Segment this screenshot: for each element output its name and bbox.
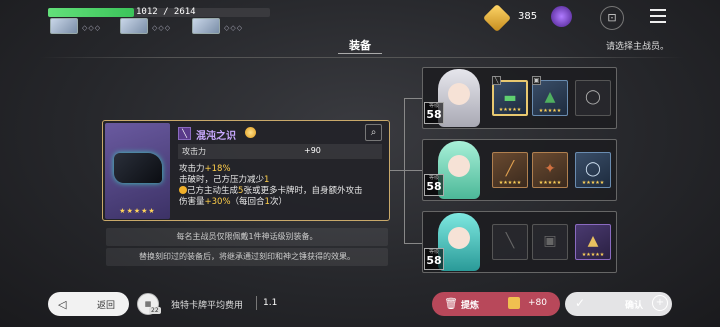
connector-main [390,170,404,171]
deck-badge: 22 [149,307,161,314]
item-name: 混沌之识 [196,131,236,142]
slot-ring-2[interactable]: ◯ ★★★★★ [575,152,611,188]
refine-label: 提炼 [461,301,480,311]
header-divider [40,57,684,58]
team-portrait-3 [192,18,220,34]
effect-line-4: 伤害量+30%（每回合1次） [179,197,287,207]
level-box-1: 等级 58 [424,102,444,124]
back-arrow-icon: ◁ [58,298,67,311]
connector-row-2 [404,170,422,171]
weapon-tag-icon: ╲ [492,76,501,85]
note-mythic-limit: 每名主战员仅限佩戴1件神话级别装备。 [106,228,388,246]
confirm-label: 确认 [625,301,644,311]
lock-icon[interactable]: ⊡ [600,6,624,30]
hint-text: 请选择主战员。 [606,42,670,52]
stat-row [178,144,382,159]
team-pips-1: ◇◇◇ [82,24,102,32]
effect-line-2: 击破时，己方压力减少1 [179,175,270,185]
sun-icon [245,127,256,138]
slot-weapon-3[interactable]: ╲ [492,224,528,260]
search-icon[interactable]: ⌕ [365,124,382,141]
slot-weapon-2[interactable]: ╱ ★★★★★ [492,152,528,188]
deck-cost-value: 1.1 [263,298,278,308]
armor-tag-icon: ▣ [532,76,541,85]
orb-icon[interactable] [551,6,572,27]
connector-vertical [404,98,405,244]
item-weapon-art [114,153,162,183]
slot-armor-1[interactable]: ▲ ★★★★★ [532,80,568,116]
level-box-2: 等级 58 [424,174,444,196]
slot-weapon-1[interactable]: ▬ ★★★★★ [492,80,528,116]
deck-cost-label: 独特卡牌平均费用 [171,301,244,311]
stat-label: 攻击力 [182,147,206,156]
currency-count: 385 [518,11,538,22]
connector-row-1 [404,98,422,99]
team-pips-2: ◇◇◇ [152,24,172,32]
weapon-type-icon: ╲ [178,127,191,140]
slot-armor-2[interactable]: ✦ ★★★★★ [532,152,568,188]
team-portrait-2 [120,18,148,34]
slot-relic-3[interactable]: ▲ ★★★★★ [575,224,611,260]
connector-row-3 [404,243,422,244]
effect-line-3: 己方主动生成5张或更多卡牌时，自身额外攻击 [179,186,362,197]
refine-value: +80 [528,298,547,308]
plus-icon: + [652,295,668,311]
hp-text: 1012 / 2614 [136,7,196,17]
level-box-3: 等级 58 [424,248,444,270]
trash-icon: 🗑 [444,297,458,310]
refine-coin-icon [508,297,520,309]
note-engrave: 替换刻印过的装备后，将继承通过刻印和神之锤获得的效果。 [106,248,388,266]
item-image: ★★★★★ [105,123,170,219]
hp-fill [48,8,134,17]
title-underline [338,53,382,54]
check-icon: ✓ [575,296,586,310]
team-portrait-1 [50,18,78,34]
effect-line-1: 攻击力+18% [179,164,231,174]
slot-ring-1[interactable]: ◯ [575,80,611,116]
slot-armor-3[interactable]: ▣ [532,224,568,260]
team-pips-3: ◇◇◇ [224,24,244,32]
menu-icon[interactable] [650,9,666,23]
back-label: 返回 [97,301,116,311]
stat-value: +90 [304,146,321,155]
deck-separator [256,296,257,310]
coin-icon [179,186,187,194]
gem-icon [482,3,512,33]
item-stars: ★★★★★ [119,207,156,215]
ring-icon: ◯ [585,89,601,105]
